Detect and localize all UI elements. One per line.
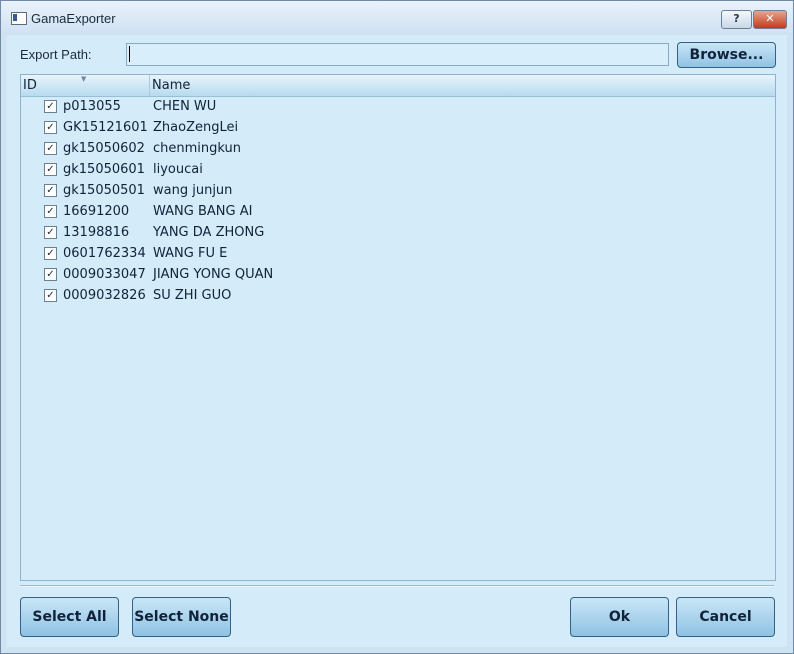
select-all-button[interactable]: Select All <box>20 597 119 637</box>
table-row[interactable]: ✓ p013055 CHEN WU <box>21 96 775 117</box>
dialog-body: Export Path: Browse... ID ▼ Name ✓ p01305… <box>7 35 787 647</box>
row-name: CHEN WU <box>153 99 217 114</box>
user-table: ID ▼ Name ✓ p013055 CHEN WU ✓ GK15121601 Zhao… <box>20 74 776 581</box>
table-header: ID ▼ Name <box>21 75 775 97</box>
ok-button[interactable]: Ok <box>570 597 669 637</box>
row-id: p013055 <box>63 99 121 114</box>
row-name: ZhaoZengLei <box>153 120 239 135</box>
row-name: JIANG YONG QUAN <box>153 267 274 282</box>
help-button[interactable]: ? <box>721 10 752 29</box>
export-path-label: Export Path: <box>20 47 92 62</box>
table-row[interactable]: ✓ gk15050601 liyoucai <box>21 159 775 180</box>
row-checkbox[interactable]: ✓ <box>44 289 57 302</box>
column-header-name[interactable]: Name <box>152 78 190 93</box>
table-row[interactable]: ✓ 0009032826 SU ZHI GUO <box>21 285 775 306</box>
select-none-button[interactable]: Select None <box>132 597 231 637</box>
row-id: 0601762334 <box>63 246 146 261</box>
row-id: GK15121601 <box>63 120 148 135</box>
row-id: 0009032826 <box>63 288 146 303</box>
row-checkbox[interactable]: ✓ <box>44 142 57 155</box>
row-checkbox[interactable]: ✓ <box>44 184 57 197</box>
table-row[interactable]: ✓ 13198816 YANG DA ZHONG <box>21 222 775 243</box>
table-row[interactable]: ✓ gk15050602 chenmingkun <box>21 138 775 159</box>
text-caret <box>129 46 130 62</box>
sort-indicator-icon: ▼ <box>81 75 87 83</box>
row-name: liyoucai <box>153 162 203 177</box>
window-title: GamaExporter <box>31 11 116 26</box>
close-button[interactable]: ✕ <box>753 10 787 29</box>
table-row[interactable]: ✓ 0009033047 JIANG YONG QUAN <box>21 264 775 285</box>
row-id: gk15050601 <box>63 162 145 177</box>
gamaexporter-window: GamaExporter ? ✕ Export Path: Browse... … <box>0 0 794 654</box>
cancel-button[interactable]: Cancel <box>676 597 775 637</box>
app-icon <box>11 12 27 25</box>
row-checkbox[interactable]: ✓ <box>44 226 57 239</box>
divider <box>20 585 774 587</box>
table-row[interactable]: ✓ 0601762334 WANG FU E <box>21 243 775 264</box>
row-id: 13198816 <box>63 225 130 240</box>
row-name: wang junjun <box>153 183 233 198</box>
row-checkbox[interactable]: ✓ <box>44 121 57 134</box>
table-row[interactable]: ✓ 16691200 WANG BANG AI <box>21 201 775 222</box>
column-header-id[interactable]: ID <box>23 78 37 93</box>
row-checkbox[interactable]: ✓ <box>44 100 57 113</box>
row-name: WANG FU E <box>153 246 228 261</box>
export-path-input[interactable] <box>126 43 669 66</box>
table-rows: ✓ p013055 CHEN WU ✓ GK15121601 ZhaoZengLei ✓ gk… <box>21 96 775 306</box>
row-id: 16691200 <box>63 204 130 219</box>
row-checkbox[interactable]: ✓ <box>44 247 57 260</box>
row-checkbox[interactable]: ✓ <box>44 268 57 281</box>
table-row[interactable]: ✓ gk15050501 wang junjun <box>21 180 775 201</box>
column-separator[interactable] <box>149 75 150 96</box>
row-id: gk15050501 <box>63 183 145 198</box>
row-name: WANG BANG AI <box>153 204 253 219</box>
browse-button[interactable]: Browse... <box>677 42 776 68</box>
row-id: gk15050602 <box>63 141 145 156</box>
table-row[interactable]: ✓ GK15121601 ZhaoZengLei <box>21 117 775 138</box>
row-id: 0009033047 <box>63 267 146 282</box>
row-name: YANG DA ZHONG <box>153 225 265 240</box>
row-name: SU ZHI GUO <box>153 288 232 303</box>
row-checkbox[interactable]: ✓ <box>44 163 57 176</box>
title-bar: GamaExporter ? ✕ <box>1 1 793 35</box>
row-name: chenmingkun <box>153 141 241 156</box>
row-checkbox[interactable]: ✓ <box>44 205 57 218</box>
